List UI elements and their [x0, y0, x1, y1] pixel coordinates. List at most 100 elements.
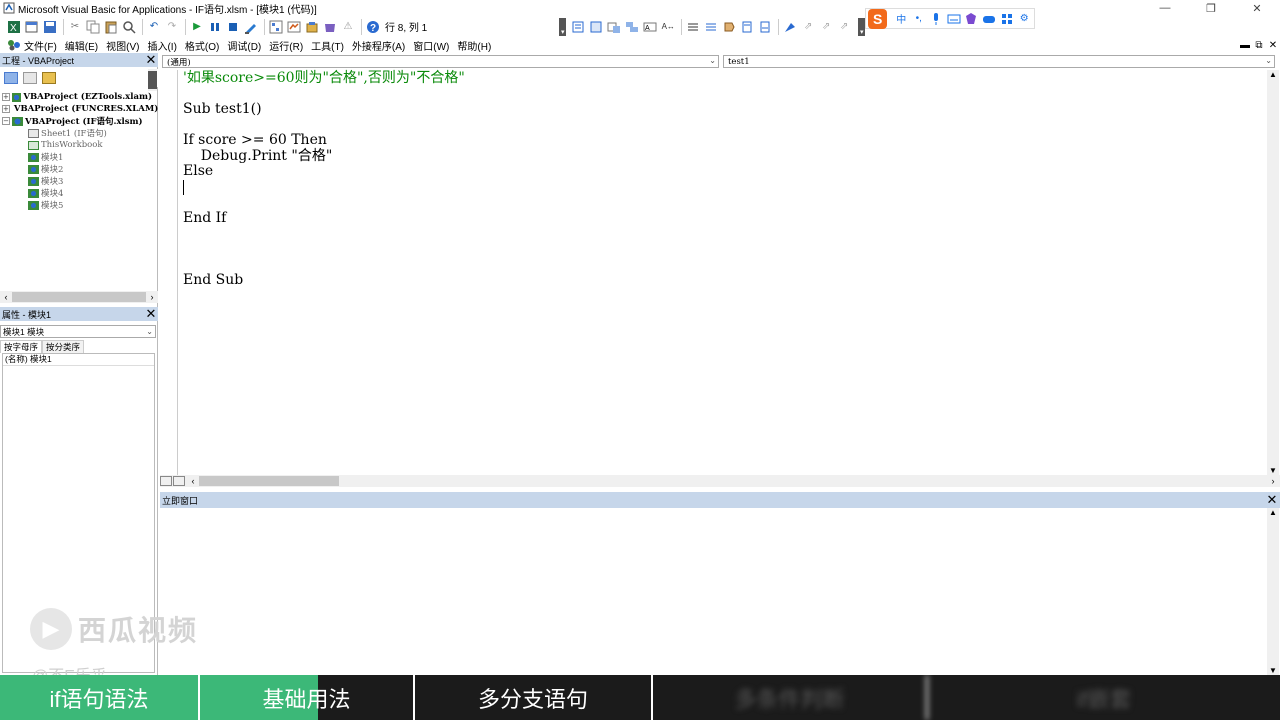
property-row[interactable]: (名称) 模块1: [3, 354, 154, 366]
tree-node[interactable]: 模块1: [2, 151, 152, 163]
tab-categorized[interactable]: 按分类序: [42, 340, 85, 353]
project-vertical-scrollbar[interactable]: [148, 69, 157, 91]
code-horizontal-scrollbar[interactable]: ‹ ›: [160, 475, 1280, 487]
sogou-logo[interactable]: S: [868, 8, 888, 29]
uncomment-block-icon[interactable]: [703, 19, 719, 35]
scrollbar-thumb[interactable]: [199, 476, 339, 486]
scroll-up-icon[interactable]: ▲: [1269, 508, 1277, 517]
toggle-bookmark-icon[interactable]: [782, 19, 798, 35]
tab-alphabetic[interactable]: 按字母序: [0, 340, 43, 353]
chapter-item[interactable]: 多分支语句: [415, 675, 653, 720]
expand-icon[interactable]: +: [2, 105, 10, 113]
toolbox-icon[interactable]: [322, 19, 338, 35]
view-object-icon[interactable]: [23, 72, 37, 84]
scroll-down-icon[interactable]: ▼: [1269, 466, 1277, 475]
object-browser-icon[interactable]: [304, 19, 320, 35]
toolbar-overflow-icon[interactable]: ▾: [559, 17, 567, 36]
menu-view[interactable]: 视图(V): [106, 38, 139, 53]
close-icon[interactable]: ✕: [144, 52, 158, 67]
insert-userform-icon[interactable]: [24, 19, 40, 35]
parameter-info-icon[interactable]: A↔: [660, 19, 676, 35]
tree-node[interactable]: 模块5: [2, 199, 152, 211]
menu-run[interactable]: 运行(R): [269, 38, 303, 53]
comment-block-icon[interactable]: [685, 19, 701, 35]
clear-all-bookmarks-icon[interactable]: ⇗: [836, 19, 852, 35]
punctuation-icon[interactable]: •,: [911, 11, 927, 27]
mdi-restore-icon[interactable]: ⧉: [1252, 40, 1266, 51]
full-module-view-icon[interactable]: [173, 476, 185, 486]
next-bookmark-icon[interactable]: [757, 19, 773, 35]
quick-info-icon[interactable]: A: [642, 19, 658, 35]
tree-node[interactable]: ThisWorkbook: [2, 139, 152, 151]
scroll-down-icon[interactable]: ▼: [1269, 666, 1277, 675]
menu-file[interactable]: 文件(F): [24, 38, 57, 53]
properties-window-icon[interactable]: [286, 19, 302, 35]
tree-node[interactable]: 模块3: [2, 175, 152, 187]
game-icon[interactable]: [981, 11, 997, 27]
tree-node[interactable]: + VBAProject (EZTools.xlam): [2, 91, 152, 103]
code-margin[interactable]: [160, 70, 178, 475]
chapter-item[interactable]: 基础用法: [200, 675, 415, 720]
mdi-close-icon[interactable]: ✕: [1266, 40, 1280, 51]
save-icon[interactable]: [42, 19, 58, 35]
menu-format[interactable]: 格式(O): [185, 38, 219, 53]
toggle-folders-icon[interactable]: [42, 72, 56, 84]
scroll-left-icon[interactable]: ‹: [187, 476, 199, 486]
keyboard-icon[interactable]: [946, 11, 962, 27]
project-horizontal-scrollbar[interactable]: ‹ ›: [0, 291, 158, 303]
outdent-icon[interactable]: [588, 19, 604, 35]
close-icon[interactable]: ✕: [1234, 0, 1280, 16]
immediate-vertical-scrollbar[interactable]: ▲ ▼: [1267, 508, 1279, 675]
procedure-view-icon[interactable]: [160, 476, 172, 486]
menu-window[interactable]: 窗口(W): [413, 38, 449, 53]
copy-icon[interactable]: [85, 19, 101, 35]
chapter-item[interactable]: if语句语法: [0, 675, 200, 720]
tree-node[interactable]: − VBAProject (IF语句.xlsm): [2, 115, 152, 127]
scrollbar-thumb[interactable]: [12, 292, 146, 302]
close-icon[interactable]: ✕: [1264, 492, 1280, 508]
reset-icon[interactable]: [225, 19, 241, 35]
scroll-right-icon[interactable]: ›: [146, 292, 158, 302]
help-icon[interactable]: ?: [365, 19, 381, 35]
project-explorer-icon[interactable]: [268, 19, 284, 35]
tree-node[interactable]: 模块4: [2, 187, 152, 199]
indent-icon[interactable]: [570, 19, 586, 35]
tree-node[interactable]: 模块2: [2, 163, 152, 175]
scroll-up-icon[interactable]: ▲: [1269, 70, 1277, 79]
prev-bookmark-icon[interactable]: ⇗: [800, 19, 816, 35]
menu-tools[interactable]: 工具(T): [311, 38, 344, 53]
menu-addins[interactable]: 外接程序(A): [352, 38, 405, 53]
list-properties-icon[interactable]: [606, 19, 622, 35]
ime-settings-icon[interactable]: ⚙: [1016, 11, 1032, 27]
design-mode-icon[interactable]: [243, 19, 259, 35]
chapter-item[interactable]: 多条件判断: [653, 675, 928, 720]
scrollbar-thumb[interactable]: [148, 71, 157, 89]
skin-icon[interactable]: [964, 11, 980, 27]
menu-insert[interactable]: 插入(I): [147, 38, 176, 53]
code-editor[interactable]: '如果score>=60则为"合格",否则为"不合格" Sub test1() …: [183, 70, 1253, 471]
run-icon[interactable]: ▶: [189, 19, 205, 35]
ime-mode-indicator[interactable]: 中: [893, 11, 909, 27]
close-icon[interactable]: ✕: [144, 306, 158, 321]
collapse-icon[interactable]: −: [2, 117, 10, 125]
tree-node[interactable]: Sheet1 (IF语句): [2, 127, 152, 139]
undo-icon[interactable]: ↶: [146, 19, 162, 35]
chapter-item[interactable]: if嵌套: [928, 675, 1280, 720]
redo-icon[interactable]: ↷: [164, 19, 180, 35]
scroll-right-icon[interactable]: ›: [1266, 476, 1280, 486]
apps-grid-icon[interactable]: [999, 11, 1015, 27]
list-constants-icon[interactable]: [624, 19, 640, 35]
expand-icon[interactable]: +: [2, 93, 10, 101]
microphone-icon[interactable]: [929, 11, 945, 27]
object-combo[interactable]: (通用) ⌄: [162, 55, 719, 68]
procedure-combo[interactable]: test1 ⌄: [723, 55, 1275, 68]
paste-icon[interactable]: [103, 19, 119, 35]
excel-icon[interactable]: X: [6, 19, 22, 35]
tree-node[interactable]: + VBAProject (FUNCRES.XLAM): [2, 103, 158, 115]
scroll-left-icon[interactable]: ‹: [0, 292, 12, 302]
clear-bookmarks-icon[interactable]: ⇗: [818, 19, 834, 35]
code-vertical-scrollbar[interactable]: ▲ ▼: [1267, 70, 1279, 475]
menu-help[interactable]: 帮助(H): [457, 38, 491, 53]
object-select[interactable]: 模块1 模块 ⌄: [0, 325, 156, 338]
cut-icon[interactable]: ✂: [67, 19, 83, 35]
